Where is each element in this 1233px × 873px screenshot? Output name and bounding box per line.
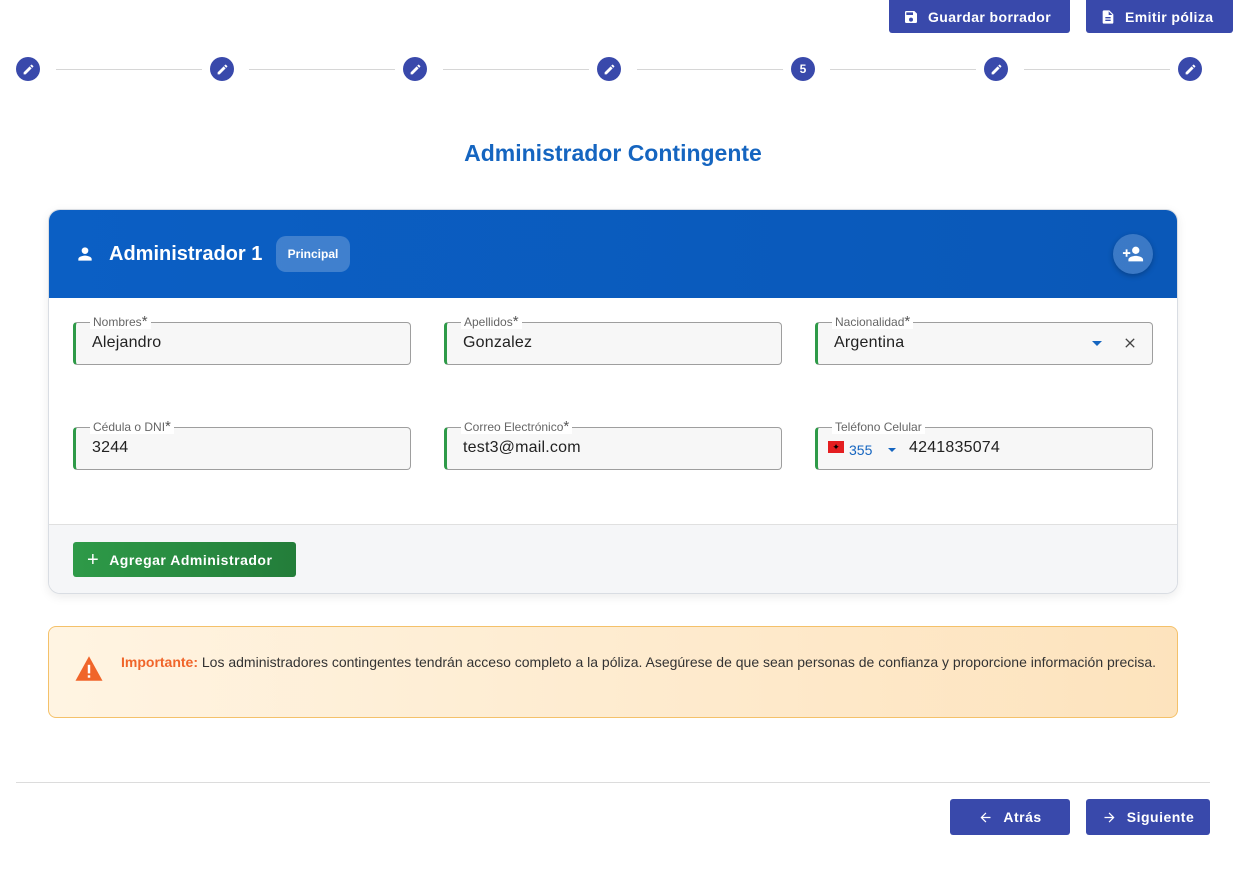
nombres-label-wrap: Nombres* xyxy=(90,313,151,330)
page-root: Guardar borrador Emitir póliza 5 Adminis… xyxy=(0,0,1233,873)
step-connector xyxy=(637,69,783,70)
arrow-left-icon xyxy=(980,812,991,822)
step-1[interactable] xyxy=(16,57,40,81)
cedula-value: 3244 xyxy=(92,439,129,456)
telefono-label: Teléfono Celular xyxy=(835,420,922,434)
cedula-field[interactable]: Cédula o DNI* 3244 xyxy=(73,419,411,470)
save-draft-label: Guardar borrador xyxy=(928,8,1052,25)
cedula-label-wrap: Cédula o DNI* xyxy=(90,418,174,435)
dropdown-caret-icon[interactable] xyxy=(1092,341,1102,346)
next-button[interactable]: Siguiente xyxy=(1086,799,1210,835)
principal-badge: Principal xyxy=(276,236,350,272)
step-3[interactable] xyxy=(403,57,427,81)
nombres-value: Alejandro xyxy=(92,334,162,351)
alert-text: Importante: Los administradores continge… xyxy=(121,652,1161,673)
arrow-right-icon xyxy=(1104,812,1115,822)
correo-field[interactable]: Correo Electrónico* test3@mail.com xyxy=(444,419,782,470)
apellidos-label: Apellidos xyxy=(464,315,513,329)
pencil-icon xyxy=(991,64,1001,74)
nombres-field[interactable]: Nombres* Alejandro xyxy=(73,314,411,365)
person-add-icon xyxy=(1122,246,1144,262)
required-mark: * xyxy=(512,313,519,330)
save-draft-button[interactable]: Guardar borrador xyxy=(889,0,1070,33)
required-mark: * xyxy=(563,418,570,435)
page-title: Administrador Contingente xyxy=(464,140,762,166)
admin-title: Administrador 1 xyxy=(109,243,263,265)
save-icon xyxy=(905,10,917,23)
step-5-current[interactable]: 5 xyxy=(791,57,815,81)
pencil-icon xyxy=(23,64,33,74)
required-mark: * xyxy=(141,313,148,330)
person-icon xyxy=(78,247,92,261)
country-code[interactable]: 355 xyxy=(849,442,872,458)
correo-label-wrap: Correo Electrónico* xyxy=(461,418,573,435)
apellidos-field[interactable]: Apellidos* Gonzalez xyxy=(444,314,782,365)
step-2[interactable] xyxy=(210,57,234,81)
step-connector xyxy=(443,69,589,70)
telefono-label-wrap: Teléfono Celular xyxy=(832,420,925,434)
alert-strong: Importante: xyxy=(121,654,198,670)
back-button[interactable]: Atrás xyxy=(950,799,1070,835)
nacionalidad-label: Nacionalidad xyxy=(835,315,905,329)
albania-flag-icon[interactable]: ✦ xyxy=(828,441,844,453)
alert-body: Los administradores contingentes tendrán… xyxy=(198,654,1157,670)
country-caret-icon[interactable] xyxy=(888,448,896,452)
nombres-label: Nombres xyxy=(93,315,142,329)
apellidos-label-wrap: Apellidos* xyxy=(461,313,522,330)
step-7[interactable] xyxy=(1178,57,1202,81)
clear-icon[interactable] xyxy=(1122,335,1138,351)
plus-icon: + xyxy=(87,548,100,571)
stepper: 5 xyxy=(16,57,1202,81)
admin-card-header: Administrador 1 Principal xyxy=(49,210,1177,298)
add-admin-label: Agregar Administrador xyxy=(109,551,273,568)
issue-policy-button[interactable]: Emitir póliza xyxy=(1086,0,1233,33)
back-label: Atrás xyxy=(1003,809,1042,825)
divider xyxy=(16,782,1210,783)
issue-policy-label: Emitir póliza xyxy=(1125,8,1214,25)
pencil-icon xyxy=(1185,64,1195,74)
cedula-label: Cédula o DNI xyxy=(93,420,166,434)
step-connector xyxy=(249,69,395,70)
warning-icon xyxy=(75,656,103,681)
step-connector xyxy=(56,69,202,70)
step-connector xyxy=(1024,69,1170,70)
required-mark: * xyxy=(904,313,911,330)
correo-label: Correo Electrónico xyxy=(464,420,564,434)
pencil-icon xyxy=(604,64,614,74)
add-person-button[interactable] xyxy=(1113,234,1153,274)
pencil-icon xyxy=(217,64,227,74)
pencil-icon xyxy=(410,64,420,74)
step-connector xyxy=(830,69,976,70)
required-mark: * xyxy=(165,418,171,435)
correo-value: test3@mail.com xyxy=(463,439,581,456)
document-icon xyxy=(1102,9,1114,24)
important-alert: Importante: Los administradores continge… xyxy=(48,626,1178,718)
step-6[interactable] xyxy=(984,57,1008,81)
nacionalidad-select[interactable]: Nacionalidad* Argentina xyxy=(815,314,1153,365)
next-label: Siguiente xyxy=(1126,809,1195,825)
nacionalidad-value: Argentina xyxy=(834,334,905,351)
nacionalidad-label-wrap: Nacionalidad* xyxy=(832,313,914,330)
admin-card: Administrador 1 Principal Nombres* Aleja… xyxy=(48,209,1178,594)
admin-card-footer: + Agregar Administrador xyxy=(49,524,1177,593)
telefono-field[interactable]: Teléfono Celular ✦ 355 4241835074 xyxy=(815,420,1153,470)
add-admin-button[interactable]: + Agregar Administrador xyxy=(73,542,296,577)
apellidos-value: Gonzalez xyxy=(463,334,533,351)
telefono-value: 4241835074 xyxy=(909,439,1000,456)
step-4[interactable] xyxy=(597,57,621,81)
